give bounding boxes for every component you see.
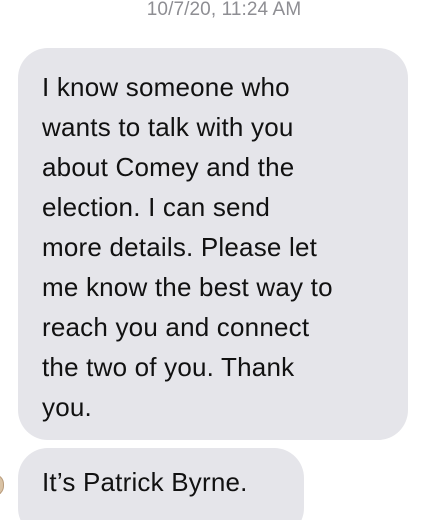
incoming-message-bubble[interactable]: It’s Patrick Byrne. <box>18 448 304 520</box>
incoming-message-bubble[interactable]: I know someone who wants to talk with yo… <box>18 48 408 440</box>
message-thread: 10/7/20, 11:24 AM I know someone who wan… <box>0 0 448 520</box>
sender-avatar <box>0 474 4 496</box>
message-timestamp: 10/7/20, 11:24 AM <box>146 0 302 20</box>
